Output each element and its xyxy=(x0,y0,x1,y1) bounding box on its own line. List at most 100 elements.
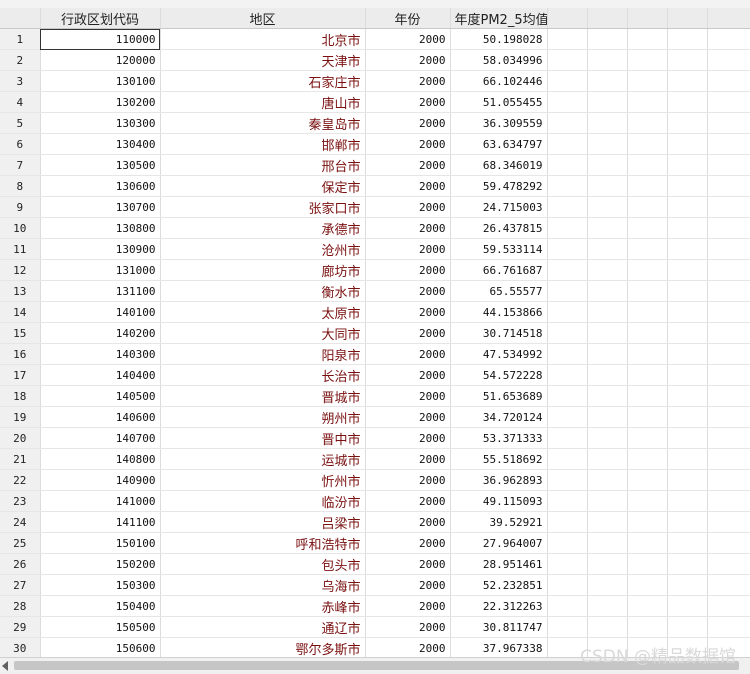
row-number-cell[interactable]: 8 xyxy=(0,175,41,197)
empty-cell[interactable] xyxy=(707,511,750,533)
region-cell[interactable]: 朔州市 xyxy=(160,406,366,428)
empty-cell[interactable] xyxy=(587,553,628,575)
code-cell[interactable]: 140600 xyxy=(40,406,161,428)
row-number-cell[interactable]: 24 xyxy=(0,511,41,533)
empty-cell[interactable] xyxy=(547,343,588,365)
pm25-cell[interactable]: 22.312263 xyxy=(450,595,548,617)
table-row[interactable]: 18 140500 晋城市 2000 51.653689 xyxy=(0,385,750,407)
table-row[interactable]: 26 150200 包头市 2000 28.951461 xyxy=(0,553,750,575)
row-number-cell[interactable]: 12 xyxy=(0,259,41,281)
empty-cell[interactable] xyxy=(707,469,750,491)
region-cell[interactable]: 大同市 xyxy=(160,322,366,344)
pm25-cell[interactable]: 39.52921 xyxy=(450,511,548,533)
empty-cell[interactable] xyxy=(627,427,668,449)
code-cell[interactable]: 130700 xyxy=(40,196,161,218)
code-cell[interactable]: 130100 xyxy=(40,70,161,92)
pm25-cell[interactable]: 27.964007 xyxy=(450,532,548,554)
region-cell[interactable]: 长治市 xyxy=(160,364,366,386)
empty-cell[interactable] xyxy=(547,91,588,113)
empty-cell[interactable] xyxy=(547,175,588,197)
region-cell[interactable]: 阳泉市 xyxy=(160,343,366,365)
empty-cell[interactable] xyxy=(627,616,668,638)
table-row[interactable]: 29 150500 通辽市 2000 30.811747 xyxy=(0,616,750,638)
code-cell[interactable]: 141000 xyxy=(40,490,161,512)
empty-cell[interactable] xyxy=(627,49,668,71)
table-row[interactable]: 3 130100 石家庄市 2000 66.102446 xyxy=(0,70,750,92)
empty-cell[interactable] xyxy=(587,406,628,428)
year-cell[interactable]: 2000 xyxy=(365,364,451,386)
row-number-cell[interactable]: 20 xyxy=(0,427,41,449)
empty-cell[interactable] xyxy=(547,112,588,134)
empty-cell[interactable] xyxy=(627,259,668,281)
empty-cell[interactable] xyxy=(627,574,668,596)
empty-cell[interactable] xyxy=(627,448,668,470)
empty-cell[interactable] xyxy=(627,490,668,512)
row-number-cell[interactable]: 21 xyxy=(0,448,41,470)
empty-cell[interactable] xyxy=(707,280,750,302)
empty-cell[interactable] xyxy=(547,469,588,491)
year-cell[interactable]: 2000 xyxy=(365,490,451,512)
pm25-cell[interactable]: 44.153866 xyxy=(450,301,548,323)
empty-cell[interactable] xyxy=(547,385,588,407)
code-cell[interactable]: 130800 xyxy=(40,217,161,239)
region-cell[interactable]: 晋城市 xyxy=(160,385,366,407)
row-number-cell[interactable]: 7 xyxy=(0,154,41,176)
empty-cell[interactable] xyxy=(707,385,750,407)
empty-cell[interactable] xyxy=(547,595,588,617)
table-row[interactable]: 21 140800 运城市 2000 55.518692 xyxy=(0,448,750,470)
pm25-cell[interactable]: 30.811747 xyxy=(450,616,548,638)
pm25-cell[interactable]: 52.232851 xyxy=(450,574,548,596)
empty-cell[interactable] xyxy=(707,595,750,617)
table-row[interactable]: 1 110000 北京市 2000 50.198028 xyxy=(0,28,750,50)
empty-cell[interactable] xyxy=(587,175,628,197)
empty-cell[interactable] xyxy=(707,28,750,50)
empty-cell[interactable] xyxy=(627,175,668,197)
empty-cell[interactable] xyxy=(667,301,708,323)
year-cell[interactable]: 2000 xyxy=(365,427,451,449)
code-cell[interactable]: 150400 xyxy=(40,595,161,617)
code-cell[interactable]: 150300 xyxy=(40,574,161,596)
region-cell[interactable]: 呼和浩特市 xyxy=(160,532,366,554)
row-number-cell[interactable]: 6 xyxy=(0,133,41,155)
empty-cell[interactable] xyxy=(547,574,588,596)
column-header-region[interactable]: 地区 xyxy=(160,8,366,29)
year-cell[interactable]: 2000 xyxy=(365,637,451,657)
empty-cell[interactable] xyxy=(667,616,708,638)
pm25-cell[interactable]: 36.962893 xyxy=(450,469,548,491)
empty-cell[interactable] xyxy=(707,49,750,71)
empty-cell[interactable] xyxy=(707,301,750,323)
table-row[interactable]: 6 130400 邯郸市 2000 63.634797 xyxy=(0,133,750,155)
pm25-cell[interactable]: 36.309559 xyxy=(450,112,548,134)
empty-cell[interactable] xyxy=(667,91,708,113)
pm25-cell[interactable]: 66.761687 xyxy=(450,259,548,281)
year-cell[interactable]: 2000 xyxy=(365,469,451,491)
pm25-cell[interactable]: 30.714518 xyxy=(450,322,548,344)
empty-cell[interactable] xyxy=(707,196,750,218)
column-header-year[interactable]: 年份 xyxy=(365,8,451,29)
empty-cell[interactable] xyxy=(667,175,708,197)
empty-cell[interactable] xyxy=(547,133,588,155)
empty-cell[interactable] xyxy=(627,637,668,657)
empty-cell[interactable] xyxy=(707,175,750,197)
empty-cell[interactable] xyxy=(667,70,708,92)
table-row[interactable]: 4 130200 唐山市 2000 51.055455 xyxy=(0,91,750,113)
empty-cell[interactable] xyxy=(587,112,628,134)
empty-cell[interactable] xyxy=(587,469,628,491)
empty-cell[interactable] xyxy=(627,364,668,386)
empty-cell[interactable] xyxy=(627,28,668,50)
row-number-cell[interactable]: 18 xyxy=(0,385,41,407)
region-cell[interactable]: 鄂尔多斯市 xyxy=(160,637,366,657)
empty-cell[interactable] xyxy=(707,490,750,512)
table-row[interactable]: 22 140900 忻州市 2000 36.962893 xyxy=(0,469,750,491)
empty-cell[interactable] xyxy=(547,553,588,575)
empty-cell[interactable] xyxy=(587,28,628,50)
empty-cell[interactable] xyxy=(667,511,708,533)
row-number-cell[interactable]: 19 xyxy=(0,406,41,428)
region-cell[interactable]: 通辽市 xyxy=(160,616,366,638)
empty-cell[interactable] xyxy=(667,448,708,470)
table-row[interactable]: 30 150600 鄂尔多斯市 2000 37.967338 xyxy=(0,637,750,657)
row-number-cell[interactable]: 17 xyxy=(0,364,41,386)
empty-cell[interactable] xyxy=(707,133,750,155)
empty-cell[interactable] xyxy=(587,280,628,302)
table-row[interactable]: 8 130600 保定市 2000 59.478292 xyxy=(0,175,750,197)
